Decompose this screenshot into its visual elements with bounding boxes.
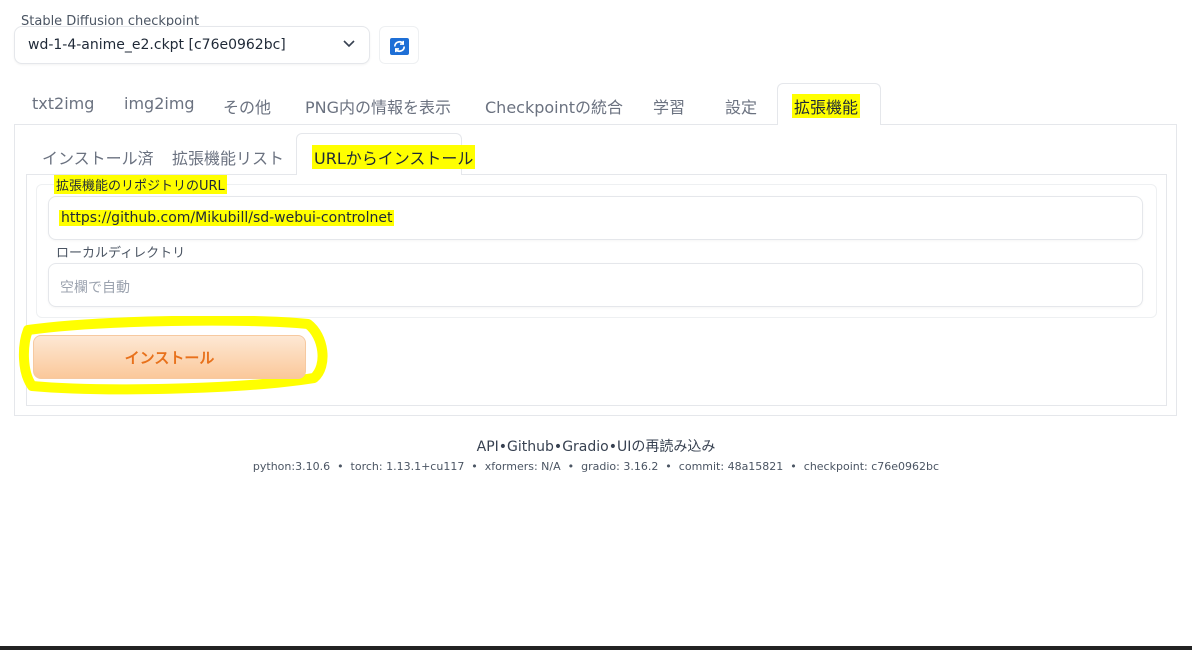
tab-extensions[interactable]: 拡張機能 <box>792 94 861 118</box>
subtab-install-from-url[interactable]: URLからインストール <box>312 145 476 169</box>
version-info: python:3.10.6 • torch: 1.13.1+cu117 • xf… <box>252 460 940 473</box>
api-link[interactable]: API <box>477 439 499 455</box>
tab-extras[interactable]: その他 <box>223 94 271 118</box>
refresh-icon <box>393 40 406 53</box>
reload-ui-link[interactable]: UIの再読み込み <box>617 439 715 455</box>
tab-img2img[interactable]: img2img <box>124 94 195 113</box>
tab-txt2img[interactable]: txt2img <box>32 94 94 113</box>
refresh-button[interactable] <box>390 38 409 55</box>
gradio-link[interactable]: Gradio <box>562 439 609 455</box>
subtab-installed[interactable]: インストール済 <box>42 145 154 169</box>
footer-links: API•Github•Gradio•UIの再読み込み <box>0 436 1192 456</box>
github-link[interactable]: Github <box>507 439 554 455</box>
sub-tab-bar-line <box>461 174 1167 175</box>
repo-url-label: 拡張機能のリポジトリのURL <box>54 175 227 194</box>
separator: • <box>498 439 508 455</box>
chevron-down-icon <box>343 40 355 48</box>
install-button[interactable]: インストール <box>33 335 306 379</box>
separator: • <box>608 439 617 455</box>
tab-train[interactable]: 学習 <box>653 94 685 118</box>
local-directory-placeholder: 空欄で自動 <box>60 280 130 296</box>
bottom-edge-bar <box>0 646 1192 650</box>
refresh-checkpoint-container <box>379 26 419 64</box>
repo-url-input[interactable]: https://github.com/Mikubill/sd-webui-con… <box>48 196 1143 240</box>
separator: • <box>553 439 563 455</box>
repo-url-value: https://github.com/Mikubill/sd-webui-con… <box>59 210 395 226</box>
checkpoint-value: wd-1-4-anime_e2.ckpt [c76e0962bc] <box>28 37 286 53</box>
subtab-available[interactable]: 拡張機能リスト <box>172 145 284 169</box>
tab-checkpoint-merger[interactable]: Checkpointの統合 <box>485 94 623 118</box>
tab-settings[interactable]: 設定 <box>725 94 757 118</box>
local-directory-label: ローカルディレクトリ <box>56 246 186 261</box>
local-directory-input[interactable]: 空欄で自動 <box>48 263 1143 307</box>
tab-png-info[interactable]: PNG内の情報を表示 <box>305 94 451 118</box>
checkpoint-dropdown[interactable]: wd-1-4-anime_e2.ckpt [c76e0962bc] <box>14 26 370 64</box>
